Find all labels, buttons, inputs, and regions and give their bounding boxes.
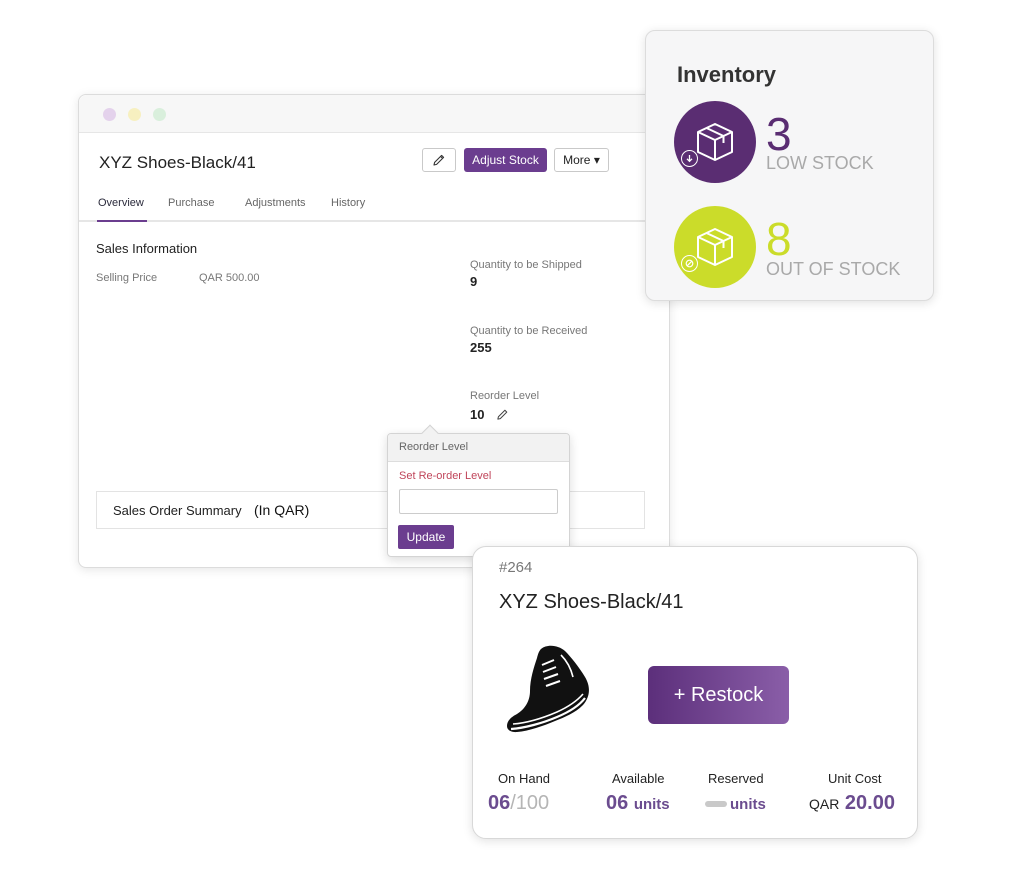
product-name: XYZ Shoes-Black/41 <box>499 591 684 613</box>
product-card: #264 XYZ Shoes-Black/41 + Restock On Han… <box>472 546 918 839</box>
selling-price-label: Selling Price <box>96 272 158 284</box>
selling-price-value: QAR 500.00 <box>199 272 260 284</box>
window-close-dot[interactable] <box>103 108 116 121</box>
unit-cost-label: Unit Cost <box>828 771 882 786</box>
sales-order-summary-label: Sales Order Summary <box>113 503 242 518</box>
item-tabs: Overview Purchase Adjustments History <box>79 193 669 222</box>
shoe-icon <box>507 645 589 733</box>
inventory-card: Inventory 3 LOW STOCK 8 OUT OF STOCK <box>645 30 934 301</box>
reorder-level-popover: Reorder Level Set Re-order Level Update <box>387 424 570 557</box>
available-unit: units <box>633 796 670 813</box>
out-of-stock-badge <box>674 206 756 288</box>
reorder-level-label: Reorder Level <box>470 390 540 402</box>
edit-item-button[interactable] <box>422 148 456 172</box>
product-id: #264 <box>499 559 533 576</box>
available-count: 06 <box>606 792 629 814</box>
out-of-stock-count: 8 <box>766 213 792 265</box>
window-maximize-dot[interactable] <box>153 108 166 121</box>
adjust-stock-button[interactable]: Adjust Stock <box>464 148 547 172</box>
reserved-value: units <box>705 792 766 815</box>
update-button[interactable]: Update <box>398 525 454 549</box>
edit-reorder-pencil-icon[interactable] <box>496 408 509 421</box>
unit-cost-amount: 20.00 <box>844 792 895 814</box>
low-stock-label: LOW STOCK <box>766 153 874 173</box>
qty-to-be-received-value: 255 <box>470 340 492 355</box>
sales-order-summary-unit: (In QAR) <box>254 502 310 518</box>
window-title-bar <box>79 95 669 133</box>
low-stock-count: 3 <box>766 108 792 160</box>
unit-cost-currency: QAR <box>809 796 840 812</box>
ban-icon <box>681 255 698 272</box>
sales-information-heading: Sales Information <box>96 241 198 256</box>
reorder-level-value: 10 <box>470 407 485 422</box>
on-hand-count: 06 <box>488 792 511 814</box>
low-stock-badge <box>674 101 756 183</box>
active-tab-indicator <box>97 220 147 222</box>
qty-to-be-shipped-label: Quantity to be Shipped <box>470 259 582 271</box>
reserved-label: Reserved <box>708 771 764 786</box>
popover-header: Reorder Level <box>388 434 569 462</box>
tab-overview[interactable]: Overview <box>98 197 144 209</box>
available-value: 06 units <box>606 792 670 815</box>
tab-purchase[interactable]: Purchase <box>168 197 214 209</box>
box-icon <box>697 123 733 161</box>
download-icon <box>681 150 698 167</box>
qty-to-be-received-label: Quantity to be Received <box>470 325 588 337</box>
unit-cost-value: QAR 20.00 <box>809 792 895 815</box>
inventory-title: Inventory <box>677 62 777 87</box>
set-reorder-level-label: Set Re-order Level <box>399 470 492 482</box>
item-title: XYZ Shoes-Black/41 <box>99 153 256 172</box>
reserved-placeholder-dash <box>705 800 727 807</box>
tab-history[interactable]: History <box>331 197 365 209</box>
more-dropdown-button[interactable]: More ▾ <box>554 148 609 172</box>
reserved-unit: units <box>730 796 766 813</box>
out-of-stock-label: OUT OF STOCK <box>766 259 901 279</box>
pencil-icon <box>433 154 445 166</box>
box-icon <box>697 228 733 266</box>
reorder-level-input[interactable] <box>399 489 558 514</box>
tab-adjustments[interactable]: Adjustments <box>245 197 306 209</box>
available-label: Available <box>612 771 665 786</box>
on-hand-total: /100 <box>510 792 550 814</box>
item-details-window: XYZ Shoes-Black/41 Adjust Stock More ▾ O… <box>78 94 670 568</box>
qty-to-be-shipped-value: 9 <box>470 274 478 289</box>
on-hand-label: On Hand <box>498 771 551 786</box>
popover-title: Reorder Level <box>399 441 469 453</box>
restock-button[interactable]: + Restock <box>648 666 789 724</box>
on-hand-value: 06/100 <box>488 792 549 815</box>
window-minimize-dot[interactable] <box>128 108 141 121</box>
